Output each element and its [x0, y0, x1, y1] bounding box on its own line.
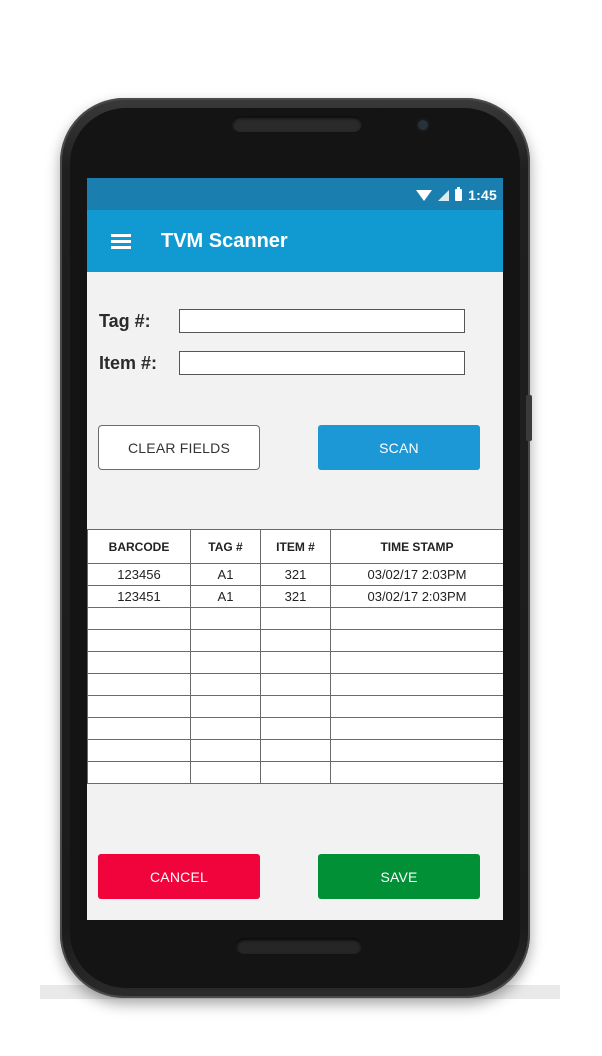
page: 1:45 TVM Scanner Tag #: Item #: CLEAR FI… [0, 0, 602, 1056]
barcode-cell [87, 739, 191, 762]
wifi-icon [416, 189, 433, 201]
item-cell [260, 695, 331, 718]
item-cell [260, 739, 331, 762]
item-cell: 321 [260, 563, 331, 586]
item-cell [260, 673, 331, 696]
tag-row: Tag #: [99, 309, 465, 333]
barcode-cell [87, 651, 191, 674]
item-cell: 321 [260, 585, 331, 608]
column-header-item: ITEM # [260, 529, 331, 564]
barcode-cell [87, 717, 191, 740]
table-header-row: BARCODE TAG # ITEM # TIME STAMP [87, 529, 503, 564]
tag-cell: A1 [190, 585, 261, 608]
barcode-cell [87, 629, 191, 652]
phone-side-button [526, 395, 532, 441]
barcode-cell [87, 695, 191, 718]
column-header-barcode: BARCODE [87, 529, 191, 564]
tag-cell [190, 717, 261, 740]
tag-cell [190, 651, 261, 674]
column-header-tag: TAG # [190, 529, 261, 564]
hamburger-menu-icon[interactable] [111, 234, 131, 249]
cancel-button[interactable]: CANCEL [98, 854, 260, 899]
time-stamp-cell: 03/02/17 2:03PM [330, 563, 503, 586]
save-button[interactable]: SAVE [318, 854, 480, 899]
table-row[interactable] [87, 761, 503, 784]
scan-results-table: BARCODE TAG # ITEM # TIME STAMP 123456 A… [87, 529, 503, 784]
app-bar: TVM Scanner [87, 210, 503, 272]
item-cell [260, 651, 331, 674]
barcode-cell: 123456 [87, 563, 191, 586]
barcode-cell [87, 673, 191, 696]
table-row[interactable]: 123451 A1 321 03/02/17 2:03PM [87, 585, 503, 608]
clear-fields-button[interactable]: CLEAR FIELDS [98, 425, 260, 470]
item-cell [260, 607, 331, 630]
table-row[interactable] [87, 673, 503, 696]
tag-cell [190, 673, 261, 696]
item-cell [260, 717, 331, 740]
item-row: Item #: [99, 351, 465, 375]
phone-screen: 1:45 TVM Scanner Tag #: Item #: CLEAR FI… [87, 178, 503, 920]
item-input[interactable] [179, 351, 465, 375]
barcode-cell: 123451 [87, 585, 191, 608]
item-cell [260, 761, 331, 784]
time-stamp-cell [330, 695, 503, 718]
status-bar: 1:45 [87, 178, 503, 210]
status-icons: 1:45 [416, 186, 497, 204]
scan-button[interactable]: SCAN [318, 425, 480, 470]
time-stamp-cell [330, 717, 503, 740]
scan-results-table-container: BARCODE TAG # ITEM # TIME STAMP 123456 A… [87, 529, 503, 784]
item-label: Item #: [99, 352, 158, 373]
tag-label: Tag #: [99, 310, 151, 331]
time-stamp-cell [330, 607, 503, 630]
item-cell [260, 629, 331, 652]
bottom-speaker [236, 938, 362, 954]
time-stamp-cell: 03/02/17 2:03PM [330, 585, 503, 608]
tag-cell [190, 629, 261, 652]
tag-cell: A1 [190, 563, 261, 586]
table-row[interactable] [87, 629, 503, 652]
table-row[interactable] [87, 717, 503, 740]
front-camera-icon [418, 120, 428, 130]
time-stamp-cell [330, 673, 503, 696]
status-time: 1:45 [468, 187, 497, 203]
earpiece-speaker [232, 116, 362, 132]
barcode-cell [87, 607, 191, 630]
column-header-time-stamp: TIME STAMP [330, 529, 503, 564]
battery-icon [455, 187, 463, 201]
table-row[interactable] [87, 651, 503, 674]
time-stamp-cell [330, 651, 503, 674]
time-stamp-cell [330, 761, 503, 784]
tag-cell [190, 695, 261, 718]
barcode-cell [87, 761, 191, 784]
time-stamp-cell [330, 739, 503, 762]
tag-input[interactable] [179, 309, 465, 333]
tag-cell [190, 607, 261, 630]
table-row[interactable]: 123456 A1 321 03/02/17 2:03PM [87, 563, 503, 586]
cell-signal-icon [438, 189, 450, 201]
table-row[interactable] [87, 739, 503, 762]
table-row[interactable] [87, 695, 503, 718]
tag-cell [190, 739, 261, 762]
tag-cell [190, 761, 261, 784]
app-title: TVM Scanner [161, 230, 288, 252]
time-stamp-cell [330, 629, 503, 652]
table-row[interactable] [87, 607, 503, 630]
